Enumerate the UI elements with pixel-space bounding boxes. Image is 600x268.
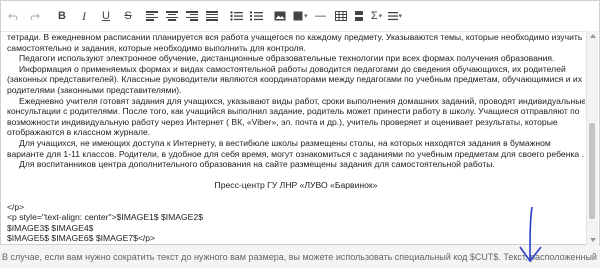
more-menu[interactable]: ▾ xyxy=(387,6,402,26)
bullet-list-icon[interactable] xyxy=(229,6,243,26)
underline-button[interactable]: U xyxy=(99,6,113,26)
align-right-icon[interactable] xyxy=(185,6,199,26)
code-line: </p> xyxy=(7,201,25,212)
content-line: самостоятельно и задания, которые необхо… xyxy=(7,42,306,53)
content-line: Для учащихся, не имеющих доступа к Интер… xyxy=(19,137,551,148)
redo-icon[interactable] xyxy=(27,6,41,26)
content-line: Для воспитанников центра дополнительного… xyxy=(19,159,495,170)
code-line: $IMAGE3$ $IMAGE4$ xyxy=(7,222,94,233)
bold-button[interactable]: B xyxy=(55,6,69,26)
vertical-scrollbar[interactable] xyxy=(586,31,598,245)
annotation-arrow-icon xyxy=(519,206,542,262)
scrollbar-thumb[interactable] xyxy=(589,123,595,219)
align-left-icon[interactable] xyxy=(145,6,159,26)
content-line: родителями (законными представителями). xyxy=(7,84,182,95)
italic-button[interactable]: I xyxy=(77,6,91,26)
numbered-list-icon[interactable] xyxy=(249,6,263,26)
blocks-icon[interactable] xyxy=(352,6,366,26)
code-line: <p style="text-align: center">$IMAGE1$ $… xyxy=(7,212,203,223)
editor-toolbar: B I U S ▾ — Σ ▾ ▾ xyxy=(1,1,599,32)
content-line: Информация о применяемых формах и видах … xyxy=(19,63,566,74)
content-line: консультации с родителями. После того, к… xyxy=(7,106,580,117)
strikethrough-button[interactable]: S xyxy=(121,6,135,26)
editor-content[interactable]: тетради. В ежедневном расписании планиру… xyxy=(7,32,585,244)
content-line: Ежедневно учителя готовят задания для уч… xyxy=(19,95,585,106)
scroll-up-icon[interactable] xyxy=(590,34,596,38)
scroll-down-icon[interactable] xyxy=(590,238,596,242)
table-icon[interactable] xyxy=(334,6,348,26)
content-line: Педагоги используют электронное обучение… xyxy=(19,53,555,64)
undo-icon[interactable] xyxy=(7,6,21,26)
content-line: варианте для 1-11 классов. Родители, в у… xyxy=(7,148,584,159)
align-center-icon[interactable] xyxy=(165,6,179,26)
horizontal-rule-button[interactable]: — xyxy=(314,6,328,26)
align-justify-icon[interactable] xyxy=(205,6,219,26)
content-line: тетради. В ежедневном расписании планиру… xyxy=(7,32,583,42)
image-icon[interactable] xyxy=(273,6,287,26)
special-char-button[interactable]: Σ ▾ xyxy=(370,6,384,26)
press-center-signature: Пресс-центр ГУ ЛНР «ЛУВО «Барвинок» xyxy=(214,180,378,191)
code-line: $IMAGE5$ $IMAGE6$ $IMAGE7$</p> xyxy=(7,233,156,244)
content-line: отображаются в классном журнале. xyxy=(7,127,151,138)
content-line: (законных представителей). Классные руко… xyxy=(7,74,583,85)
insert-dropdown[interactable]: ▾ xyxy=(293,6,308,26)
sigma-icon: Σ xyxy=(370,10,378,22)
content-line: возможности индивидуальную работу через … xyxy=(7,116,558,127)
